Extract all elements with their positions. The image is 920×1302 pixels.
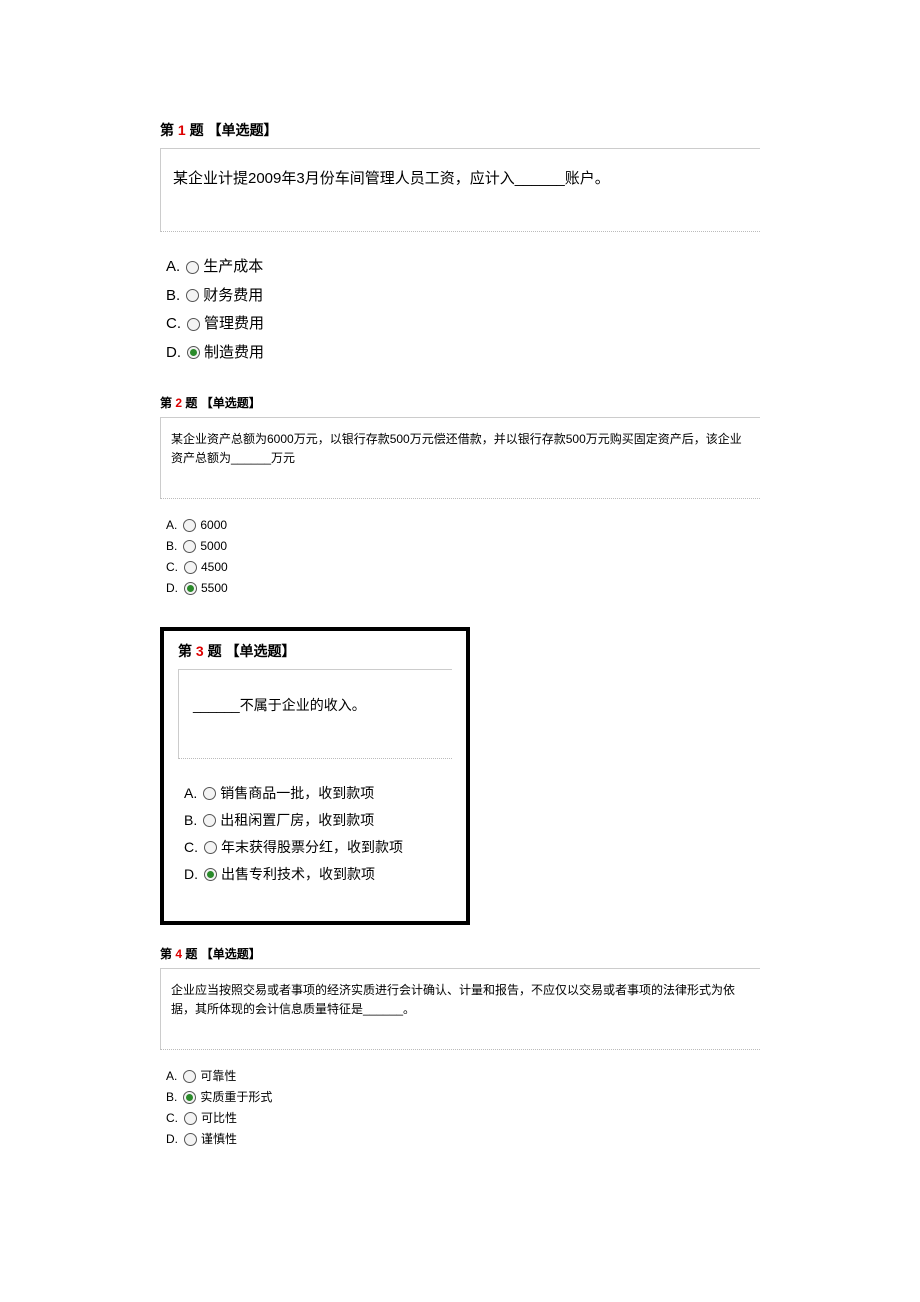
radio-icon: [186, 261, 199, 274]
option-d[interactable]: D.谨慎性: [166, 1131, 760, 1148]
radio-icon: [183, 1070, 196, 1083]
question-prompt: 某企业计提2009年3月份车间管理人员工资，应计入______账户。: [160, 148, 760, 232]
question-header: 第 2 题 【单选题】: [160, 394, 760, 411]
header-prefix: 第: [160, 396, 175, 410]
option-c[interactable]: C.可比性: [166, 1110, 760, 1127]
question-header: 第 4 题 【单选题】: [160, 945, 760, 962]
option-a[interactable]: A.可靠性: [166, 1068, 760, 1085]
header-suffix: 题 【单选题】: [182, 947, 261, 961]
header-suffix: 题 【单选题】: [204, 643, 296, 659]
radio-icon: [184, 1133, 197, 1146]
question-2: 第 2 题 【单选题】 某企业资产总额为6000万元，以银行存款500万元偿还借…: [160, 394, 760, 597]
radio-icon: [184, 561, 197, 574]
radio-icon: [187, 318, 200, 331]
options-list: A.销售商品一批，收到款项 B.出租闲置厂房，收到款项 C.年末获得股票分红，收…: [178, 783, 452, 885]
question-number: 1: [178, 122, 186, 138]
radio-icon: [186, 289, 199, 302]
radio-icon: [183, 1091, 196, 1104]
option-a[interactable]: A.6000: [166, 517, 760, 534]
radio-icon: [204, 841, 217, 854]
radio-icon: [184, 582, 197, 595]
option-b[interactable]: B.5000: [166, 538, 760, 555]
options-list: A.6000 B.5000 C.4500 D.5500: [160, 517, 760, 596]
radio-icon: [187, 346, 200, 359]
option-b[interactable]: B.实质重于形式: [166, 1089, 760, 1106]
radio-icon: [183, 519, 196, 532]
option-c[interactable]: C.4500: [166, 559, 760, 576]
option-a[interactable]: A.生产成本: [166, 256, 760, 279]
header-prefix: 第: [160, 947, 175, 961]
question-header: 第 1 题 【单选题】: [160, 120, 760, 140]
option-b[interactable]: B.财务费用: [166, 285, 760, 308]
option-c[interactable]: C.年末获得股票分红，收到款项: [184, 837, 452, 858]
radio-icon: [183, 540, 196, 553]
question-prompt: ______不属于企业的收入。: [178, 669, 452, 759]
radio-icon: [203, 814, 216, 827]
options-list: A.可靠性 B.实质重于形式 C.可比性 D.谨慎性: [160, 1068, 760, 1147]
option-c[interactable]: C.管理费用: [166, 313, 760, 336]
radio-icon: [203, 787, 216, 800]
option-b[interactable]: B.出租闲置厂房，收到款项: [184, 810, 452, 831]
question-3-box: 第 3 题 【单选题】 ______不属于企业的收入。 A.销售商品一批，收到款…: [160, 627, 470, 925]
header-prefix: 第: [178, 643, 196, 659]
radio-icon: [184, 1112, 197, 1125]
question-header: 第 3 题 【单选题】: [178, 641, 452, 661]
question-prompt: 企业应当按照交易或者事项的经济实质进行会计确认、计量和报告，不应仅以交易或者事项…: [160, 968, 760, 1050]
option-d[interactable]: D.5500: [166, 580, 760, 597]
options-list: A.生产成本 B.财务费用 C.管理费用 D.制造费用: [160, 256, 760, 364]
question-1: 第 1 题 【单选题】 某企业计提2009年3月份车间管理人员工资，应计入___…: [160, 120, 760, 364]
radio-icon: [204, 868, 217, 881]
header-suffix: 题 【单选题】: [182, 396, 261, 410]
question-prompt: 某企业资产总额为6000万元，以银行存款500万元偿还借款，并以银行存款500万…: [160, 417, 760, 499]
header-suffix: 题 【单选题】: [186, 122, 278, 138]
option-d[interactable]: D.制造费用: [166, 342, 760, 365]
header-prefix: 第: [160, 122, 178, 138]
question-number: 3: [196, 643, 204, 659]
option-a[interactable]: A.销售商品一批，收到款项: [184, 783, 452, 804]
question-4: 第 4 题 【单选题】 企业应当按照交易或者事项的经济实质进行会计确认、计量和报…: [160, 945, 760, 1148]
option-d[interactable]: D.出售专利技术，收到款项: [184, 864, 452, 885]
